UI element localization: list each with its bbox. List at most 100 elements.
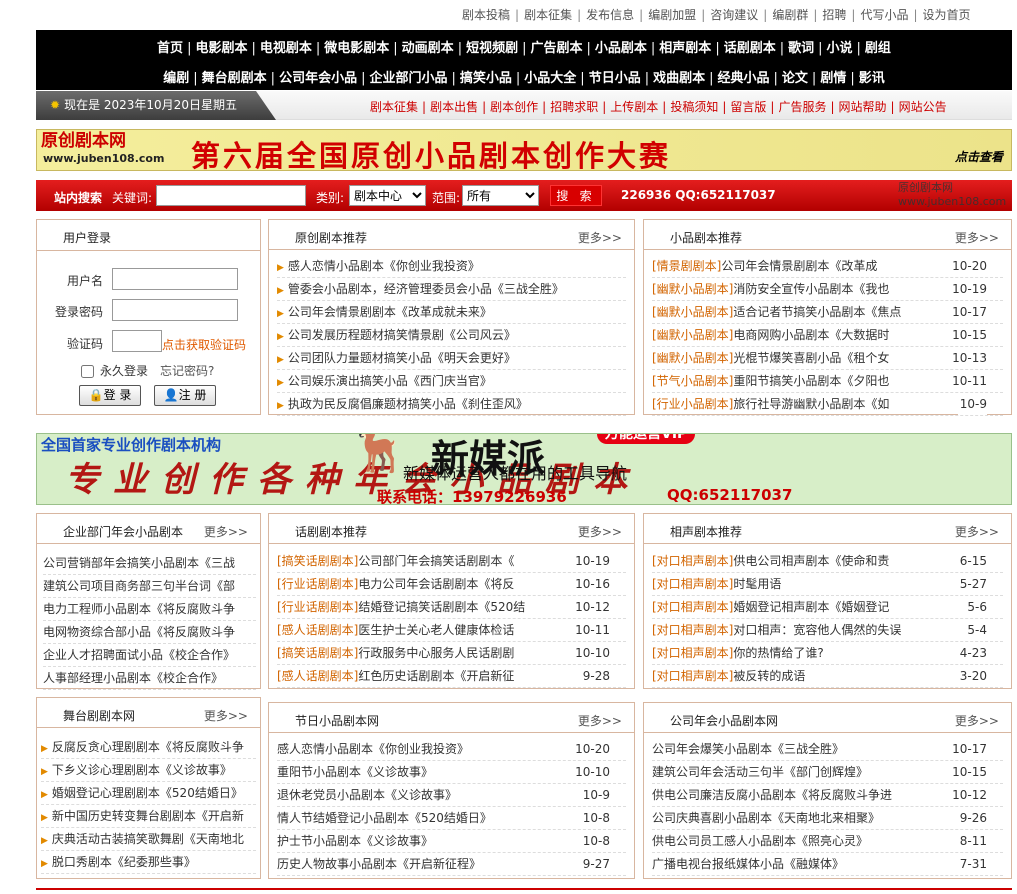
list-item[interactable]: [感人话剧剧本]医生护士关心老人健康体检话 10-11 (277, 619, 626, 642)
list-item-title[interactable]: 对口相声：宽容他人偶然的失误 (733, 619, 901, 641)
list-item-title[interactable]: 公司年会爆笑小品剧本《三战全胜》 (652, 738, 844, 760)
login-button[interactable]: 🔒登 录 (79, 385, 141, 406)
studio-banner[interactable]: 全国首家专业创作剧本机构 专业创作各种年会小品剧本 联系电话：139792269… (36, 433, 1012, 505)
category-tag[interactable]: [行业小品剧本] (652, 397, 733, 411)
list-item[interactable]: [对口相声剧本]供电公司相声剧本《使命和责 6-15 (652, 550, 1003, 573)
nav-link[interactable]: 小品剧本 (595, 41, 647, 56)
more-link[interactable]: 更多>> (955, 229, 999, 246)
list-item-title[interactable]: 供电公司员工感人小品剧本《照亮心灵》 (652, 830, 868, 852)
list-item-title[interactable]: 被反转的成语 (733, 665, 805, 687)
list-item-title[interactable]: 电商网购小品剧本《大数据时 (733, 324, 889, 346)
list-item-title[interactable]: 公司发展历程题材搞笑情景剧《公司风云》 (288, 324, 516, 346)
list-item-title[interactable]: 旅行社导游幽默小品剧本《如 (733, 393, 889, 415)
more-link[interactable]: 更多>> (578, 523, 622, 540)
nav-link[interactable]: 微电影剧本 (324, 41, 389, 56)
list-item-title[interactable]: 脱口秀剧本《纪委那些事》 (52, 851, 196, 873)
list-item-title[interactable]: 护士节小品剧本《义诊故事》 (277, 830, 433, 852)
category-tag[interactable]: [搞笑话剧剧本] (277, 646, 358, 660)
list-item-title[interactable]: 公司团队力量题材搞笑小品《明天会更好》 (288, 347, 516, 369)
list-item[interactable]: [感人话剧剧本]红色历史话剧剧本《开启新征 9-28 (277, 665, 626, 688)
list-item[interactable]: [行业话剧剧本]电力公司年会话剧剧本《将反 10-16 (277, 573, 626, 596)
list-item-title[interactable]: 执政为民反腐倡廉题材搞笑小品《刹住歪风》 (288, 393, 528, 415)
top-link[interactable]: 编剧加盟 (648, 8, 696, 22)
list-item-title[interactable]: 公司部门年会搞笑话剧剧本《 (358, 550, 514, 572)
list-item-title[interactable]: 情人节结婚登记小品剧本《520结婚日》 (277, 807, 492, 829)
category-tag[interactable]: [感人话剧剧本] (277, 669, 358, 683)
list-item[interactable]: 公司营销部年会搞笑小品剧本《三战 (43, 552, 256, 575)
sub-link[interactable]: 网站帮助 (839, 100, 887, 114)
top-link[interactable]: 剧本征集 (524, 8, 572, 22)
list-item-title[interactable]: 消防安全宣传小品剧本《我也 (733, 278, 889, 300)
sub-link[interactable]: 剧本创作 (490, 100, 538, 114)
list-item[interactable]: [行业小品剧本]旅行社导游幽默小品剧本《如 10-9 (652, 393, 1003, 416)
list-item-title[interactable]: 公司娱乐演出搞笑小品《西门庆当官》 (288, 370, 492, 392)
nav-link[interactable]: 影讯 (859, 71, 885, 86)
list-item-title[interactable]: 历史人物故事小品剧本《开启新征程》 (277, 853, 481, 875)
nav-link[interactable]: 动画剧本 (402, 41, 454, 56)
category-tag[interactable]: [对口相声剧本] (652, 646, 733, 660)
list-item-title[interactable]: 供电公司相声剧本《使命和责 (733, 550, 889, 572)
category-tag[interactable]: [幽默小品剧本] (652, 328, 733, 342)
list-item[interactable]: 退休老党员小品剧本《义诊故事》 10-9 (277, 784, 626, 807)
list-item[interactable]: ▶ 公司团队力量题材搞笑小品《明天会更好》 (277, 347, 626, 370)
list-item-title[interactable]: 新中国历史转变舞台剧剧本《开启新 (52, 805, 244, 827)
list-item-title[interactable]: 电力工程师小品剧本《将反腐败斗争 (43, 598, 235, 620)
top-link[interactable]: 招聘 (822, 8, 846, 22)
list-item-title[interactable]: 行政服务中心服务人民话剧剧 (358, 642, 514, 664)
list-item[interactable]: ▶ 新中国历史转变舞台剧剧本《开启新 (41, 805, 256, 828)
nav-link[interactable]: 公司年会小品 (279, 71, 357, 86)
list-item[interactable]: 历史人物故事小品剧本《开启新征程》 9-27 (277, 853, 626, 876)
list-item-title[interactable]: 反腐反贪心理剧剧本《将反腐败斗争 (52, 736, 244, 758)
list-item-title[interactable]: 退休老党员小品剧本《义诊故事》 (277, 784, 457, 806)
more-link[interactable]: 更多>> (204, 707, 248, 724)
range-select[interactable]: 所有 (462, 185, 539, 206)
list-item[interactable]: [搞笑话剧剧本]行政服务中心服务人民话剧剧 10-10 (277, 642, 626, 665)
top-link[interactable]: 发布信息 (586, 8, 634, 22)
list-item[interactable]: ▶ 公司发展历程题材搞笑情景剧《公司风云》 (277, 324, 626, 347)
list-item-title[interactable]: 人事部经理小品剧本《校企合作》 (43, 667, 223, 689)
list-item-title[interactable]: 适合记者节搞笑小品剧本《焦点 (733, 301, 901, 323)
list-item-title[interactable]: 医生护士关心老人健康体检话 (358, 619, 514, 641)
contest-banner[interactable]: 原创剧本网 www.juben108.com 第六届全国原创小品剧本创作大赛 点… (36, 129, 1012, 173)
more-link[interactable]: 更多>> (955, 523, 999, 540)
list-item[interactable]: [幽默小品剧本]适合记者节搞笑小品剧本《焦点 10-17 (652, 301, 1003, 324)
list-item[interactable]: 广播电视台报纸媒体小品《融媒体》 7-31 (652, 853, 1003, 876)
list-item-title[interactable]: 建筑公司年会活动三句半《部门创辉煌》 (652, 761, 868, 783)
list-item[interactable]: [情景剧剧本]公司年会情景剧剧本《改革成 10-20 (652, 255, 1003, 278)
sub-link[interactable]: 招聘求职 (550, 100, 598, 114)
list-item[interactable]: [行业话剧剧本]结婚登记搞笑话剧剧本《520结 10-12 (277, 596, 626, 619)
sub-link[interactable]: 剧本出售 (430, 100, 478, 114)
list-item[interactable]: 重阳节小品剧本《义诊故事》 10-10 (277, 761, 626, 784)
nav-link[interactable]: 节日小品 (589, 71, 641, 86)
nav-link[interactable]: 电影剧本 (195, 41, 247, 56)
category-tag[interactable]: [对口相声剧本] (652, 600, 733, 614)
nav-link[interactable]: 论文 (782, 71, 808, 86)
list-item-title[interactable]: 公司年会情景剧剧本《改革成 (721, 255, 877, 277)
category-tag[interactable]: [对口相声剧本] (652, 577, 733, 591)
list-item-title[interactable]: 结婚登记搞笑话剧剧本《520结 (358, 596, 525, 618)
list-item-title[interactable]: 光棍节爆笑喜剧小品《租个女 (733, 347, 889, 369)
nav-link[interactable]: 剧组 (865, 41, 891, 56)
list-item[interactable]: [搞笑话剧剧本]公司部门年会搞笑话剧剧本《 10-19 (277, 550, 626, 573)
list-item[interactable]: 供电公司员工感人小品剧本《照亮心灵》 8-11 (652, 830, 1003, 853)
list-item-title[interactable]: 电力公司年会话剧剧本《将反 (358, 573, 514, 595)
list-item[interactable]: [对口相声剧本]时髦用语 5-27 (652, 573, 1003, 596)
list-item[interactable]: [对口相声剧本]对口相声：宽容他人偶然的失误 5-4 (652, 619, 1003, 642)
top-link[interactable]: 代写小品 (860, 8, 908, 22)
forgot-link[interactable]: 忘记密码? (160, 364, 214, 378)
category-tag[interactable]: [搞笑话剧剧本] (277, 554, 358, 568)
list-item[interactable]: ▶ 公司娱乐演出搞笑小品《西门庆当官》 (277, 370, 626, 393)
nav-link[interactable]: 经典小品 (718, 71, 770, 86)
top-link[interactable]: 剧本投稿 (462, 8, 510, 22)
list-item[interactable]: 护士节小品剧本《义诊故事》 10-8 (277, 830, 626, 853)
category-tag[interactable]: [对口相声剧本] (652, 669, 733, 683)
list-item[interactable]: ▶ 庆典活动古装搞笑歌舞剧《天南地北 (41, 828, 256, 851)
top-link[interactable]: 设为首页 (923, 8, 971, 22)
sub-link[interactable]: 网站公告 (899, 100, 947, 114)
list-item-title[interactable]: 庆典活动古装搞笑歌舞剧《天南地北 (52, 828, 244, 850)
list-item[interactable]: 供电公司廉洁反腐小品剧本《将反腐败斗争进 10-12 (652, 784, 1003, 807)
list-item-title[interactable]: 管委会小品剧本，经济管理委员会小品《三战全胜》 (288, 278, 564, 300)
password-input[interactable] (112, 299, 238, 321)
nav-link[interactable]: 舞台剧剧本 (202, 71, 267, 86)
list-item-title[interactable]: 公司庆典喜剧小品剧本《天南地北来相聚》 (652, 807, 880, 829)
